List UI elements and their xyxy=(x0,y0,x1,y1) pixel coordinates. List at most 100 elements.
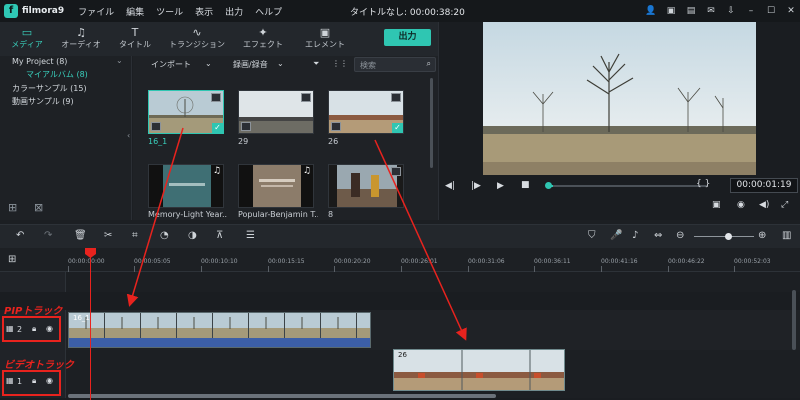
color-icon[interactable]: ◑ xyxy=(188,230,197,241)
tracks-scrollbar[interactable] xyxy=(792,290,796,350)
play-pause-icon[interactable]: |▶ xyxy=(471,181,481,191)
fit-timeline-icon[interactable]: ⇔ xyxy=(654,230,662,241)
menu-help[interactable]: ヘルプ xyxy=(255,5,282,18)
media-item-26[interactable]: ✓ xyxy=(328,90,404,134)
download-icon[interactable]: ⇩ xyxy=(722,6,740,16)
tree-video-sample[interactable]: 動画サンプル (9) xyxy=(12,96,74,107)
tab-effect[interactable]: ✦ エフェクト xyxy=(232,22,294,56)
fullscreen-icon[interactable]: ⤢ xyxy=(781,200,788,210)
prev-frame-icon[interactable]: ◀| xyxy=(445,181,455,191)
menu-view[interactable]: 表示 xyxy=(195,5,213,18)
stop-icon[interactable]: ■ xyxy=(521,180,530,190)
clip-type-icon xyxy=(151,122,161,131)
video-badge-icon xyxy=(301,93,311,102)
mark-in-out[interactable]: { } xyxy=(696,179,710,189)
mail-icon[interactable]: ✉ xyxy=(702,6,720,16)
tab-title[interactable]: T タイトル xyxy=(108,22,162,56)
pip-clip[interactable]: 16_1 xyxy=(68,312,371,348)
playhead-line[interactable] xyxy=(90,256,91,400)
video-track-highlight xyxy=(2,370,61,396)
zoom-in-icon[interactable]: ⊕ xyxy=(758,230,766,241)
export-button[interactable]: 出力 xyxy=(384,29,431,46)
menu-export[interactable]: 出力 xyxy=(225,5,243,18)
preview-panel: ◀| |▶ ▶ ■ { } 00:00:01:19 ▣ ◉ ◀) ⤢ xyxy=(438,22,800,220)
ruler-tick-label: 00:00:10:10 xyxy=(201,258,238,265)
ruler-tick-label: 00:00:05:05 xyxy=(134,258,171,265)
maximize-icon[interactable]: ☐ xyxy=(762,6,780,16)
account-icon[interactable]: 👤 xyxy=(642,6,660,16)
voiceover-icon[interactable]: ♪ xyxy=(632,230,638,241)
timeline-horizontal-scrollbar[interactable] xyxy=(68,394,496,398)
close-icon[interactable]: ✕ xyxy=(782,6,800,16)
snapshot-icon[interactable]: ◉ xyxy=(737,200,745,210)
render-preview-icon[interactable]: ▣ xyxy=(712,200,721,210)
record-dropdown[interactable]: 録画/録音 xyxy=(233,59,268,70)
video-clip[interactable]: 26 xyxy=(393,349,565,391)
chevron-down-icon[interactable]: ⌄ xyxy=(116,56,123,65)
green-screen-icon[interactable]: ⊼ xyxy=(216,230,223,241)
tab-audio[interactable]: ♫ オーディオ xyxy=(54,22,108,56)
adjust-icon[interactable]: ☰ xyxy=(246,230,255,241)
media-item-29[interactable] xyxy=(238,90,314,134)
cart-icon[interactable]: ▤ xyxy=(682,6,700,16)
grid-view-icon[interactable]: ⋮⋮ xyxy=(332,59,348,68)
ruler-tick-label: 00:00:26:01 xyxy=(401,258,438,265)
preview-video xyxy=(483,22,756,175)
tab-media[interactable]: ▭ メディア xyxy=(0,22,54,56)
cut-icon[interactable]: ✂ xyxy=(104,230,112,241)
search-icon: ⌕ xyxy=(426,59,431,68)
media-item-16_1[interactable]: ✓ xyxy=(148,90,224,134)
library-scrollbar[interactable] xyxy=(430,78,433,168)
empty-track[interactable] xyxy=(66,272,800,292)
delete-icon[interactable]: 🗑 xyxy=(74,230,87,241)
media-item-8[interactable] xyxy=(328,164,404,208)
tree-project[interactable]: My Project (8) xyxy=(12,57,67,66)
tab-label: オーディオ xyxy=(61,40,101,49)
microphone-icon[interactable]: 🎤 xyxy=(610,230,622,241)
timeline-toolbar: ↶ ↷ 🗑 ✂ ⌗ ◔ ◑ ⊼ ☰ ⛉ 🎤 ♪ ⇔ ⊖ ⊕ ▥ xyxy=(0,224,800,248)
crop-icon[interactable]: ⌗ xyxy=(132,230,138,241)
chevron-down-icon[interactable]: ⌄ xyxy=(277,59,284,68)
tab-label: エレメント xyxy=(305,40,345,49)
import-dropdown[interactable]: インポート xyxy=(151,59,191,70)
add-track-icon[interactable]: ⊞ xyxy=(8,254,16,265)
timeline-ruler[interactable]: ⊞ 00:00:00:00 00:00:05:05 00:00:10:10 00… xyxy=(0,248,800,272)
video-badge-icon xyxy=(391,93,401,102)
filter-icon[interactable]: ⏷ xyxy=(313,59,319,69)
chevron-down-icon[interactable]: ⌄ xyxy=(205,59,212,68)
media-item-memory[interactable]: ♫ xyxy=(148,164,224,208)
preview-scrub-handle[interactable] xyxy=(545,182,552,189)
menu-edit[interactable]: 編集 xyxy=(126,5,144,18)
new-folder-icon[interactable]: ⊞ xyxy=(8,201,17,214)
marker-icon[interactable]: ⛉ xyxy=(588,230,596,241)
tab-element[interactable]: ▣ エレメント xyxy=(294,22,356,56)
menu-file[interactable]: ファイル xyxy=(78,5,114,18)
search-input[interactable]: 検索 ⌕ xyxy=(354,57,436,72)
media-tabs: ▭ メディア ♫ オーディオ T タイトル ∿ トランジション ✦ エフェクト … xyxy=(0,22,438,56)
panel-toggle-icon[interactable]: ▥ xyxy=(782,230,791,241)
zoom-slider[interactable] xyxy=(694,236,754,237)
zoom-slider-handle[interactable] xyxy=(725,233,732,240)
media-label: 29 xyxy=(238,137,249,146)
clip-type-icon xyxy=(241,122,251,131)
media-item-popular[interactable]: ♫ xyxy=(238,164,314,208)
ruler-tick-label: 00:00:52:03 xyxy=(734,258,771,265)
music-note-icon: ♫ xyxy=(76,26,86,39)
video-badge-icon xyxy=(211,93,221,102)
delete-folder-icon[interactable]: ⊠ xyxy=(34,201,43,214)
play-icon[interactable]: ▶ xyxy=(497,181,504,191)
minimize-icon[interactable]: – xyxy=(742,6,760,16)
volume-icon[interactable]: ◀) xyxy=(759,200,769,210)
tab-transition[interactable]: ∿ トランジション xyxy=(162,22,232,56)
speed-icon[interactable]: ◔ xyxy=(160,230,169,241)
collapse-arrow-icon[interactable]: ‹ xyxy=(127,131,130,140)
redo-icon[interactable]: ↷ xyxy=(44,230,52,241)
tree-color-sample[interactable]: カラーサンプル (15) xyxy=(12,83,87,94)
preview-scrub-track[interactable] xyxy=(547,185,707,187)
gift-icon[interactable]: ▣ xyxy=(662,6,680,16)
clip-audio-bar xyxy=(69,338,370,347)
tree-album[interactable]: マイアルバム (8) xyxy=(26,69,88,80)
undo-icon[interactable]: ↶ xyxy=(16,230,24,241)
zoom-out-icon[interactable]: ⊖ xyxy=(676,230,684,241)
menu-tools[interactable]: ツール xyxy=(156,5,183,18)
